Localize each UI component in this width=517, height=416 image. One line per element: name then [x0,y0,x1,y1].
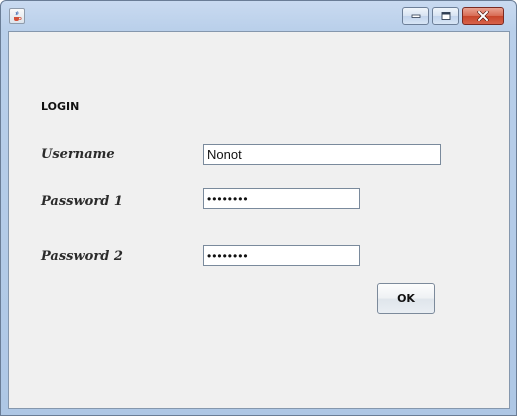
maximize-icon [441,12,450,20]
ok-button[interactable]: OK [377,283,435,314]
password2-label: Password 2 [41,249,123,264]
username-label: Username [41,147,115,162]
close-icon [477,11,489,21]
title-bar[interactable] [1,1,516,31]
login-heading: LOGIN [41,100,80,113]
maximize-button[interactable] [432,7,459,25]
minimize-icon [411,14,420,18]
application-window: LOGIN Username Password 1 Password 2 OK [0,0,517,416]
window-controls [399,7,504,27]
password1-input[interactable] [203,188,360,209]
close-button[interactable] [462,7,504,25]
content-panel: LOGIN Username Password 1 Password 2 OK [8,31,510,409]
username-input[interactable] [203,144,441,165]
minimize-button[interactable] [402,7,429,25]
password1-label: Password 1 [41,194,123,209]
password2-input[interactable] [203,245,360,266]
java-cup-icon[interactable] [9,8,25,24]
